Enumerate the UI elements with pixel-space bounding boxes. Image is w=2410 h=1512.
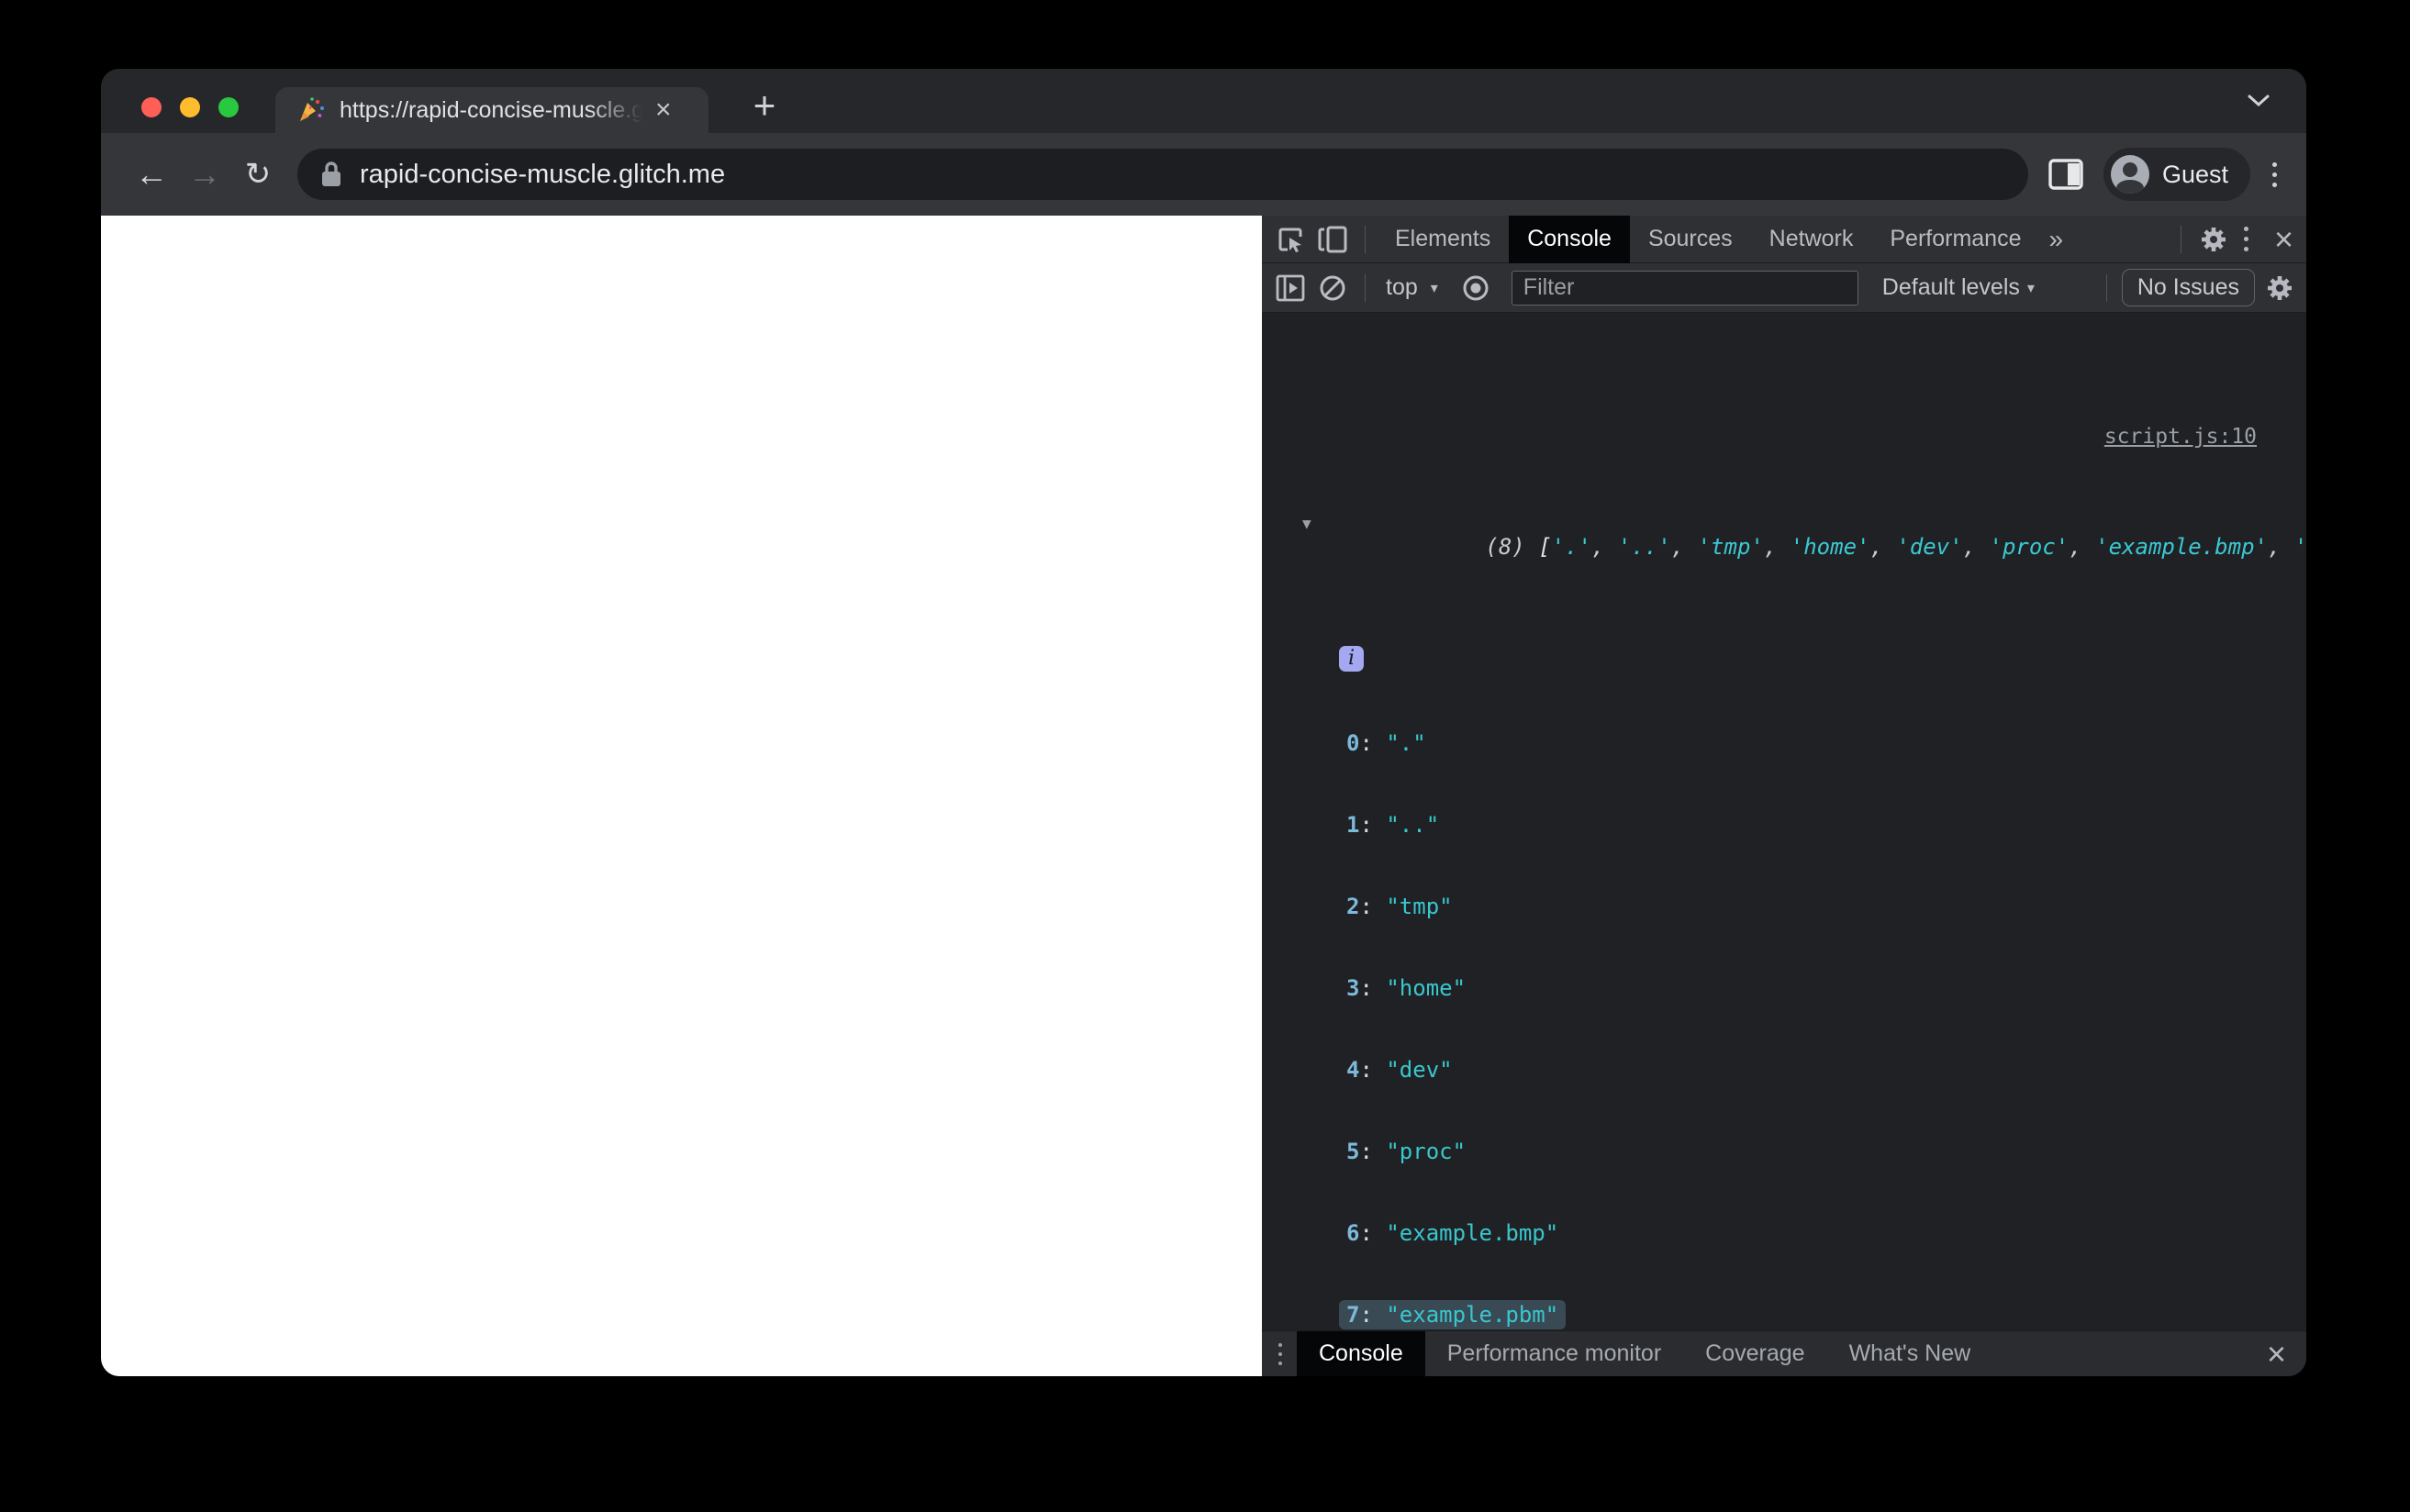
devtools-tabbar: Elements Console Sources Network Perform… — [1262, 215, 2306, 263]
array-entry[interactable]: 4: "dev" — [1262, 1055, 2306, 1085]
drawer-tab-whats-new[interactable]: What's New — [1827, 1331, 1993, 1377]
inspect-element-icon[interactable] — [1269, 221, 1311, 258]
tab-network[interactable]: Network — [1751, 216, 1872, 263]
tab-sources[interactable]: Sources — [1630, 216, 1751, 263]
array-entry[interactable]: 1: ".." — [1262, 810, 2306, 840]
filter-input[interactable] — [1511, 270, 1858, 306]
new-tab-button[interactable]: + — [743, 85, 786, 128]
drawer-tab-coverage[interactable]: Coverage — [1683, 1331, 1826, 1377]
log-levels-selector[interactable]: Default levels — [1882, 274, 2020, 301]
divider — [1365, 225, 1366, 253]
url-text: rapid-concise-muscle.glitch.me — [360, 159, 726, 189]
profile-chip[interactable]: Guest — [2103, 148, 2250, 201]
console-sidebar-icon[interactable] — [1269, 270, 1311, 306]
array-entry[interactable]: 0: "." — [1262, 728, 2306, 759]
settings-gear-icon[interactable] — [2192, 221, 2235, 258]
fullscreen-window-button[interactable] — [218, 97, 239, 117]
console-output: script.js:10 ▼ (8) ['.', '..', 'tmp', 'ho… — [1262, 313, 2306, 1330]
window-controls — [141, 97, 239, 117]
address-bar[interactable]: rapid-concise-muscle.glitch.me — [297, 149, 2028, 200]
devtools-drawer: Console Performance monitor Coverage Wha… — [1262, 1330, 2306, 1376]
avatar — [2110, 155, 2149, 194]
tab-elements[interactable]: Elements — [1377, 216, 1509, 263]
devtools-close-icon[interactable]: × — [2261, 222, 2306, 256]
live-expression-eye-icon[interactable] — [1455, 270, 1497, 306]
browser-tab[interactable]: https://rapid-concise-muscle.g × — [275, 87, 708, 133]
tab-console[interactable]: Console — [1509, 215, 1630, 263]
side-panel-icon[interactable] — [2048, 159, 2083, 190]
window-content: Elements Console Sources Network Perform… — [101, 215, 2306, 1376]
console-settings-gear-icon[interactable] — [2259, 270, 2301, 306]
browser-window: https://rapid-concise-muscle.g × + ← → ↻… — [101, 69, 2306, 1376]
chevron-down-icon: ▾ — [2026, 280, 2035, 296]
array-entry[interactable]: 6: "example.bmp" — [1262, 1218, 2306, 1249]
device-toolbar-icon[interactable] — [1311, 221, 1354, 258]
back-icon[interactable]: ← — [125, 155, 178, 194]
tab-close-icon[interactable]: × — [655, 96, 672, 124]
chevron-down-icon: ▾ — [1430, 280, 1438, 296]
array-entry-selected[interactable]: 7: "example.pbm" — [1262, 1300, 2306, 1330]
minimize-window-button[interactable] — [180, 97, 200, 117]
browser-menu-icon[interactable] — [2267, 157, 2282, 193]
close-window-button[interactable] — [141, 97, 162, 117]
tab-title-wrap: https://rapid-concise-muscle.g — [340, 95, 642, 125]
drawer-tab-performance-monitor[interactable]: Performance monitor — [1425, 1331, 1683, 1377]
forward-icon[interactable]: → — [178, 155, 231, 194]
evaluated-info-row: i — [1262, 644, 2306, 677]
devtools-panel: Elements Console Sources Network Perform… — [1262, 215, 2306, 1376]
reload-icon[interactable]: ↻ — [231, 156, 285, 193]
tab-strip: https://rapid-concise-muscle.g × + — [101, 69, 2306, 133]
console-message: script.js:10 ▼ (8) ['.', '..', 'tmp', 'ho… — [1262, 370, 2306, 1330]
source-line: script.js:10 — [1262, 421, 2306, 450]
party-popper-favicon-icon — [300, 97, 324, 121]
more-tabs-icon[interactable]: » — [2039, 225, 2072, 254]
divider — [2105, 273, 2107, 302]
clear-console-icon[interactable] — [1311, 270, 1354, 306]
drawer-menu-icon[interactable] — [1273, 1338, 1288, 1371]
info-badge-icon: i — [1339, 646, 1364, 672]
source-link[interactable]: script.js:10 — [2104, 425, 2257, 449]
array-entry[interactable]: 2: "tmp" — [1262, 892, 2306, 922]
page-content — [101, 216, 1262, 1376]
profile-name: Guest — [2161, 160, 2228, 188]
divider — [1365, 273, 1366, 302]
array-preview-row[interactable]: ▼ (8) ['.', '..', 'tmp', 'home', 'dev', '… — [1262, 502, 2306, 593]
devtools-menu-icon[interactable] — [2238, 221, 2254, 257]
drawer-close-icon[interactable]: × — [2254, 1337, 2299, 1371]
context-selector[interactable]: top — [1386, 274, 1418, 301]
tab-title-fade — [587, 95, 642, 125]
lock-icon — [322, 161, 340, 186]
array-entry[interactable]: 3: "home" — [1262, 973, 2306, 1004]
console-toolbar: top ▾ Default levels ▾ No Issues — [1262, 263, 2306, 313]
issues-badge[interactable]: No Issues — [2121, 269, 2255, 306]
array-entry[interactable]: 5: "proc" — [1262, 1137, 2306, 1167]
drawer-tab-console[interactable]: Console — [1297, 1330, 1425, 1376]
collapse-triangle-icon[interactable]: ▼ — [1302, 508, 1311, 539]
tab-performance[interactable]: Performance — [1871, 216, 2039, 263]
browser-toolbar: ← → ↻ rapid-concise-muscle.glitch.me Gue… — [101, 133, 2306, 216]
tab-search-chevron-icon[interactable] — [2246, 93, 2271, 107]
